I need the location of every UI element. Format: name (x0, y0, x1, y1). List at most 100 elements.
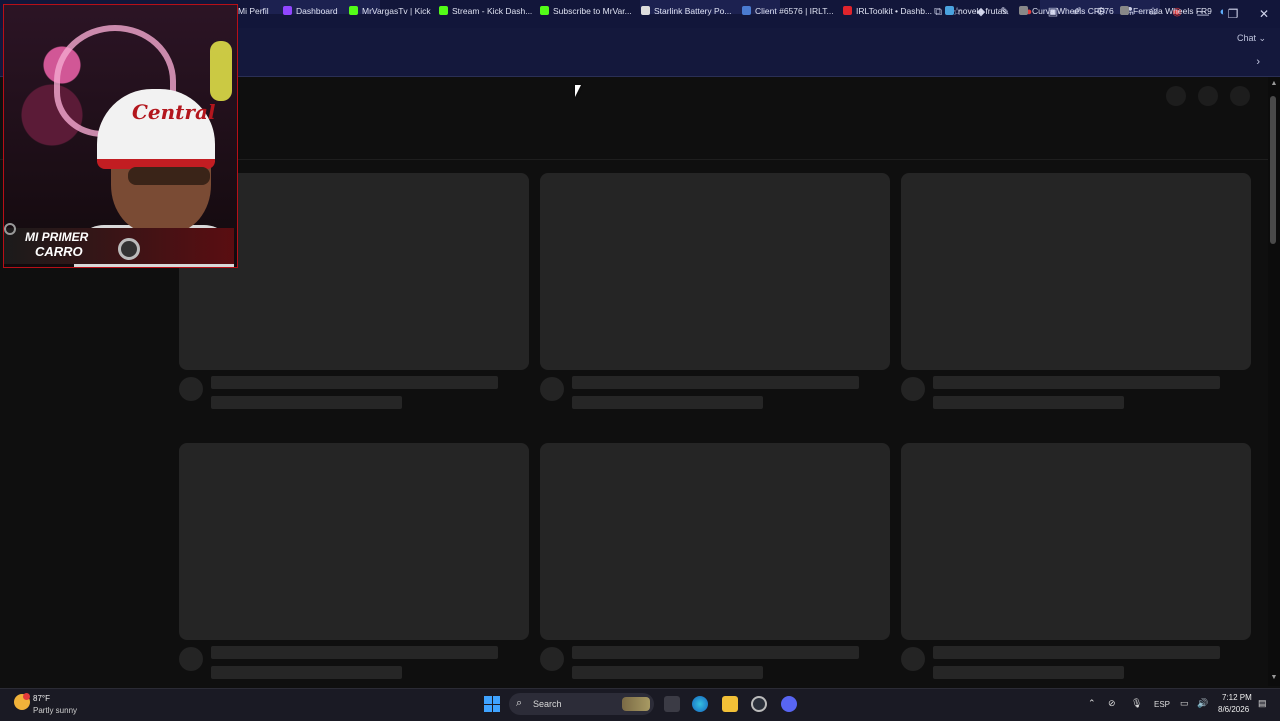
streamer-glasses (128, 167, 210, 185)
badge-line-2: CARRO (35, 244, 83, 259)
task-view-icon[interactable] (664, 696, 680, 712)
close-button[interactable]: ✕ (1249, 4, 1279, 24)
bookmark-item[interactable]: novela frutas (945, 6, 1007, 16)
cap-logo-text: Central (132, 100, 216, 124)
meta-placeholder (211, 666, 402, 679)
clock-time[interactable]: 7:12 PM (1222, 693, 1252, 702)
meta-placeholder (211, 396, 402, 409)
weather-temperature[interactable]: 87°F (33, 694, 50, 703)
search-icon: ⌕ (516, 697, 523, 709)
scroll-down-icon[interactable]: ▼ (1268, 674, 1280, 684)
page-icon (1019, 6, 1028, 15)
wheel-icon (4, 223, 16, 235)
open-in-app-icon[interactable]: ⧉ (930, 4, 946, 20)
copilot-icon[interactable]: ◐ (1215, 4, 1231, 20)
search-label: Search (533, 699, 562, 709)
channel-avatar-placeholder (540, 377, 564, 401)
chevron-down-icon: ⌄ (1258, 33, 1267, 43)
badge-line-1: MI PRIMER (25, 230, 89, 244)
avatar[interactable] (1230, 86, 1250, 106)
bookmark-item[interactable]: Client #6576 | IRLT... (742, 6, 834, 16)
mouse-cursor-icon (575, 85, 581, 97)
windows-logo-icon (492, 696, 500, 704)
clock-date[interactable]: 8/6/2026 (1218, 705, 1249, 714)
title-placeholder (211, 376, 498, 389)
bookmark-label: MrVargasTv | Kick (362, 6, 431, 16)
video-thumbnail-placeholder[interactable] (901, 443, 1251, 640)
twitch-icon (283, 6, 292, 15)
page-icon (1120, 6, 1129, 15)
bookmark-item[interactable]: Dashboard (283, 6, 338, 16)
bookmark-item[interactable]: Curva Wheels CFF76 (1019, 6, 1114, 16)
bookmark-label: Starlink Battery Po... (654, 6, 732, 16)
meta-placeholder (572, 666, 763, 679)
header-icon-placeholder[interactable] (1166, 86, 1186, 106)
windows-logo-icon (492, 704, 500, 712)
kick-icon (439, 6, 448, 15)
kick-icon (349, 6, 358, 15)
volume-icon[interactable]: 🔊 (1197, 698, 1208, 709)
chat-button[interactable]: Chat ⌄ (1217, 33, 1266, 44)
irltoolkit-icon (843, 6, 852, 15)
language-indicator[interactable]: ESP (1154, 700, 1170, 709)
steam-icon[interactable] (751, 696, 767, 712)
video-thumbnail-placeholder[interactable] (540, 443, 890, 640)
chevron-up-icon[interactable]: ⌃ (1088, 698, 1096, 709)
video-thumbnail-placeholder[interactable] (901, 173, 1251, 370)
search-highlight-image (622, 697, 650, 711)
meta-placeholder (572, 396, 763, 409)
notification-badge (23, 693, 30, 700)
start-button[interactable] (484, 696, 500, 712)
meta-placeholder (933, 396, 1124, 409)
windows-logo-icon (484, 696, 492, 704)
chevron-right-icon[interactable]: › (1256, 56, 1260, 68)
network-icon[interactable]: ⊘ (1108, 698, 1116, 709)
title-placeholder (933, 376, 1220, 389)
bookmark-label: Stream - Kick Dash... (452, 6, 533, 16)
bookmark-item[interactable]: Subscribe to MrVar... (540, 6, 632, 16)
weather-condition[interactable]: Partly sunny (33, 706, 77, 715)
microphone-icon[interactable]: 🎙 (1131, 698, 1142, 709)
bookmark-label: Dashboard (296, 6, 338, 16)
title-placeholder (572, 376, 859, 389)
header-icon-placeholder[interactable] (1198, 86, 1218, 106)
bookmark-label: Ferrada Wheels FR9 (1133, 6, 1212, 16)
bookmark-label: IRLToolkit • Dashb... (856, 6, 933, 16)
edge-icon[interactable] (692, 696, 708, 712)
bookmark-item[interactable]: Stream - Kick Dash... (439, 6, 532, 16)
bookmark-item[interactable]: IRLToolkit • Dashb... (843, 6, 932, 16)
channel-avatar-placeholder (179, 377, 203, 401)
scrollbar-thumb[interactable] (1270, 96, 1276, 244)
video-thumbnail-placeholder[interactable] (540, 173, 890, 370)
channel-avatar-placeholder (901, 377, 925, 401)
neon-sign (210, 41, 232, 101)
bookmark-item[interactable]: MrVargasTv | Kick (349, 6, 431, 16)
notification-icon[interactable]: ▤ (1258, 698, 1267, 709)
channel-avatar-placeholder (179, 647, 203, 671)
bookmark-label: Client #6576 | IRLT... (755, 6, 834, 16)
title-placeholder (211, 646, 498, 659)
title-placeholder (933, 646, 1220, 659)
kick-icon (540, 6, 549, 15)
title-placeholder (572, 646, 859, 659)
bookmark-label: novela frutas (958, 6, 1007, 16)
bookmark-label: Subscribe to MrVar... (553, 6, 632, 16)
display-icon[interactable]: ▭ (1180, 698, 1189, 709)
channel-avatar-placeholder (901, 647, 925, 671)
bookmark-item[interactable]: Ferrada Wheels FR9 (1120, 6, 1212, 16)
folder-icon[interactable] (722, 696, 738, 712)
windows-logo-icon (484, 704, 492, 712)
irltoolkit-icon (742, 6, 751, 15)
video-thumbnail-placeholder[interactable] (179, 443, 529, 640)
scroll-up-icon[interactable]: ▲ (1268, 80, 1280, 90)
page-icon (945, 6, 954, 15)
discord-icon[interactable] (781, 696, 797, 712)
chat-label: Chat (1237, 33, 1257, 43)
starlink-icon (641, 6, 650, 15)
channel-avatar-placeholder (540, 647, 564, 671)
bookmark-item[interactable]: Starlink Battery Po... (641, 6, 731, 16)
wheel-icon (118, 238, 140, 260)
bookmark-label: Mi Perfil (238, 6, 269, 16)
bookmark-item[interactable]: Mi Perfil (238, 6, 269, 16)
bookmark-label: Curva Wheels CFF76 (1032, 6, 1114, 16)
